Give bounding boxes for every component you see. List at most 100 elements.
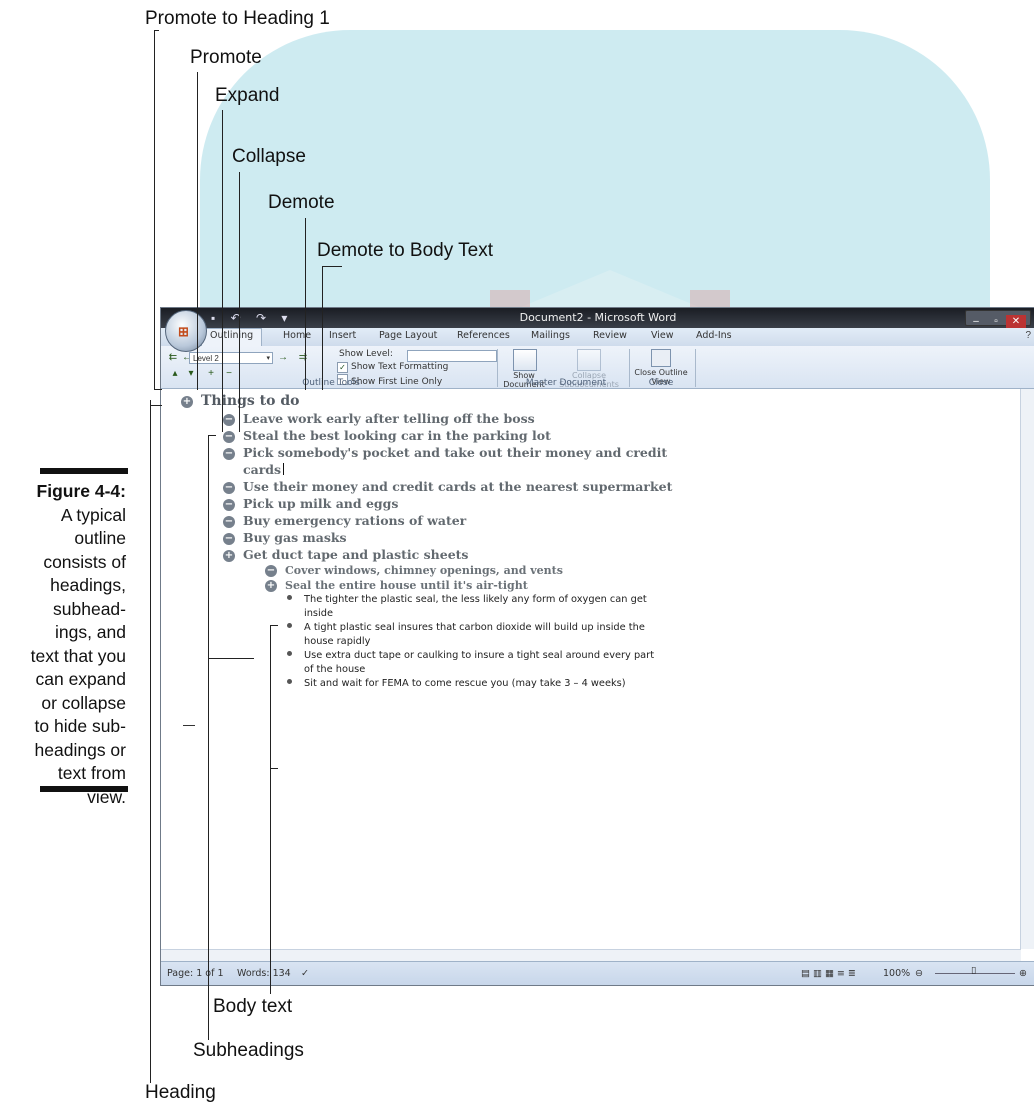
show-document-icon[interactable] [513, 349, 537, 371]
tab-outlining[interactable]: Outlining [201, 328, 263, 348]
outline-heading[interactable]: + Things to do [181, 393, 299, 409]
outline-subheading[interactable]: − Use their money and credit cards at the… [223, 479, 672, 494]
tab-page-layout[interactable]: Page Layout [379, 330, 437, 341]
outline-subheading[interactable]: − Pick up milk and eggs [223, 496, 398, 511]
bullet-icon [287, 595, 292, 600]
group-master-document: Master Document [525, 378, 607, 388]
proofing-icon[interactable]: ✓ [301, 968, 309, 979]
zoom-out-icon[interactable]: ⊖ [915, 968, 923, 979]
vertical-scrollbar[interactable] [1020, 389, 1034, 949]
tab-home[interactable]: Home [283, 330, 311, 341]
caption-line: consists of [43, 551, 126, 572]
outline-subsubheading[interactable]: + Seal the entire house until it's air-ti… [265, 579, 528, 592]
outline-body-text[interactable]: A tight plastic seal insures that carbon… [287, 622, 645, 633]
outline-level-select[interactable]: Level 2 ▾ [189, 352, 273, 364]
subheading-text: Get duct tape and plastic sheets [243, 547, 469, 562]
promote-to-heading1-icon[interactable]: ⇇ [163, 352, 183, 364]
leader-line [270, 625, 271, 769]
collapse-symbol-icon[interactable]: − [223, 482, 235, 494]
callout-collapse: Collapse [232, 146, 306, 167]
outline-subheading[interactable]: + Get duct tape and plastic sheets [223, 547, 468, 562]
bullet-icon [287, 623, 292, 628]
outline-subheading[interactable]: − Steal the best looking car in the parki… [223, 428, 551, 443]
figure-caption: Figure 4-4: A typical outline consists o… [0, 480, 126, 809]
view-buttons[interactable]: ▤▥▦≡≣ [801, 968, 859, 979]
leader-line [322, 266, 323, 390]
tab-mailings[interactable]: Mailings [531, 330, 570, 341]
move-down-icon[interactable]: ▾ [185, 368, 197, 380]
tab-view[interactable]: View [651, 330, 674, 341]
caption-line: to hide sub- [34, 716, 126, 736]
dropdown-arrow-icon: ▾ [266, 355, 270, 362]
demote-to-body-icon[interactable]: ⇉ [293, 352, 313, 364]
collapse-symbol-icon[interactable]: − [265, 565, 277, 577]
show-text-formatting-label: Show Text Formatting [351, 362, 449, 372]
help-icon[interactable]: ? [1025, 330, 1031, 341]
collapse-symbol-icon[interactable]: − [223, 533, 235, 545]
show-level-select[interactable] [407, 350, 497, 362]
show-text-formatting-checkbox[interactable]: ✓ Show Text Formatting [337, 362, 448, 373]
outline-subheading[interactable]: − Leave work early after telling off the … [223, 411, 535, 426]
tab-add-ins[interactable]: Add-Ins [696, 330, 732, 341]
callout-expand: Expand [215, 85, 280, 106]
outline-body-text-continued[interactable]: of the house [304, 664, 365, 675]
tab-references[interactable]: References [457, 330, 510, 341]
collapse-symbol-icon[interactable]: − [223, 499, 235, 511]
outline-subheading[interactable]: − Buy emergency rations of water [223, 513, 466, 528]
checkbox-checked-icon: ✓ [337, 362, 348, 373]
subheading-text: cards [243, 462, 282, 477]
page-indicator[interactable]: Page: 1 of 1 [167, 968, 224, 979]
tab-insert[interactable]: Insert [329, 330, 356, 341]
caption-line: text that you [30, 645, 126, 666]
word-count[interactable]: Words: 134 [237, 968, 291, 979]
callout-heading: Heading [145, 1082, 216, 1103]
figure-label: Figure 4-4: [36, 481, 126, 501]
close-outline-icon[interactable] [651, 349, 671, 367]
leader-line [305, 218, 306, 390]
subheading-text: Pick somebody's pocket and take out thei… [243, 445, 668, 460]
bullet-icon [287, 651, 292, 656]
caption-line: ings, and [54, 622, 126, 642]
outline-subheading-continued[interactable]: cards [243, 462, 285, 477]
document-area[interactable]: + Things to do − Leave work early after te… [161, 389, 1019, 949]
caption-line: subhead- [53, 598, 126, 619]
collapse-symbol-icon[interactable]: − [223, 414, 235, 426]
outline-subheading[interactable]: − Buy gas masks [223, 530, 347, 545]
body-text: inside [304, 608, 334, 619]
caption-line: headings, [50, 575, 126, 595]
collapse-symbol-icon[interactable]: − [223, 431, 235, 443]
tab-review[interactable]: Review [593, 330, 627, 341]
subheading-text: Pick up milk and eggs [243, 496, 399, 511]
outline-body-text-continued[interactable]: house rapidly [304, 636, 370, 647]
zoom-level[interactable]: 100% [883, 968, 910, 979]
zoom-slider-thumb[interactable]: ▯ [971, 965, 976, 976]
maximize-icon[interactable]: ▫ [986, 315, 1006, 329]
outline-body-text[interactable]: The tighter the plastic seal, the less l… [287, 594, 647, 605]
word-window: ▪ ↶ ↷ ▾ Document2 - Microsoft Word – ▫ ✕ ⊞… [160, 307, 1034, 986]
demote-icon[interactable]: → [277, 352, 289, 364]
caption-line: outline [74, 528, 126, 548]
outline-body-text-continued[interactable]: inside [304, 608, 333, 619]
body-text: Sit and wait for FEMA to come rescue you… [304, 678, 626, 689]
outline-subsubheading[interactable]: − Cover windows, chimney openings, and ve… [265, 564, 563, 577]
expand-symbol-icon[interactable]: + [181, 396, 193, 408]
move-up-icon[interactable]: ▴ [169, 368, 181, 380]
leader-line [322, 266, 342, 267]
expand-icon[interactable]: + [205, 368, 217, 380]
collapse-symbol-icon[interactable]: − [223, 516, 235, 528]
outline-body-text[interactable]: Sit and wait for FEMA to come rescue you… [287, 678, 626, 689]
status-bar: Page: 1 of 1 Words: 134 ✓ ▤▥▦≡≣ 100% ⊖ ▯… [161, 961, 1034, 985]
outline-subheading[interactable]: − Pick somebody's pocket and take out the… [223, 445, 667, 460]
collapse-symbol-icon[interactable]: − [223, 448, 235, 460]
expand-symbol-icon[interactable]: + [265, 580, 277, 592]
close-icon[interactable]: ✕ [1006, 315, 1026, 329]
window-title: Document2 - Microsoft Word [519, 311, 677, 324]
collapse-icon[interactable]: − [223, 368, 235, 380]
body-text: Use extra duct tape or caulking to insur… [304, 650, 655, 661]
expand-symbol-icon[interactable]: + [223, 550, 235, 562]
outline-body-text[interactable]: Use extra duct tape or caulking to insur… [287, 650, 654, 661]
leader-line [150, 405, 151, 1083]
zoom-in-icon[interactable]: ⊕ [1019, 968, 1027, 979]
minimize-icon[interactable]: – [966, 315, 986, 329]
office-button[interactable]: ⊞ [165, 310, 207, 352]
